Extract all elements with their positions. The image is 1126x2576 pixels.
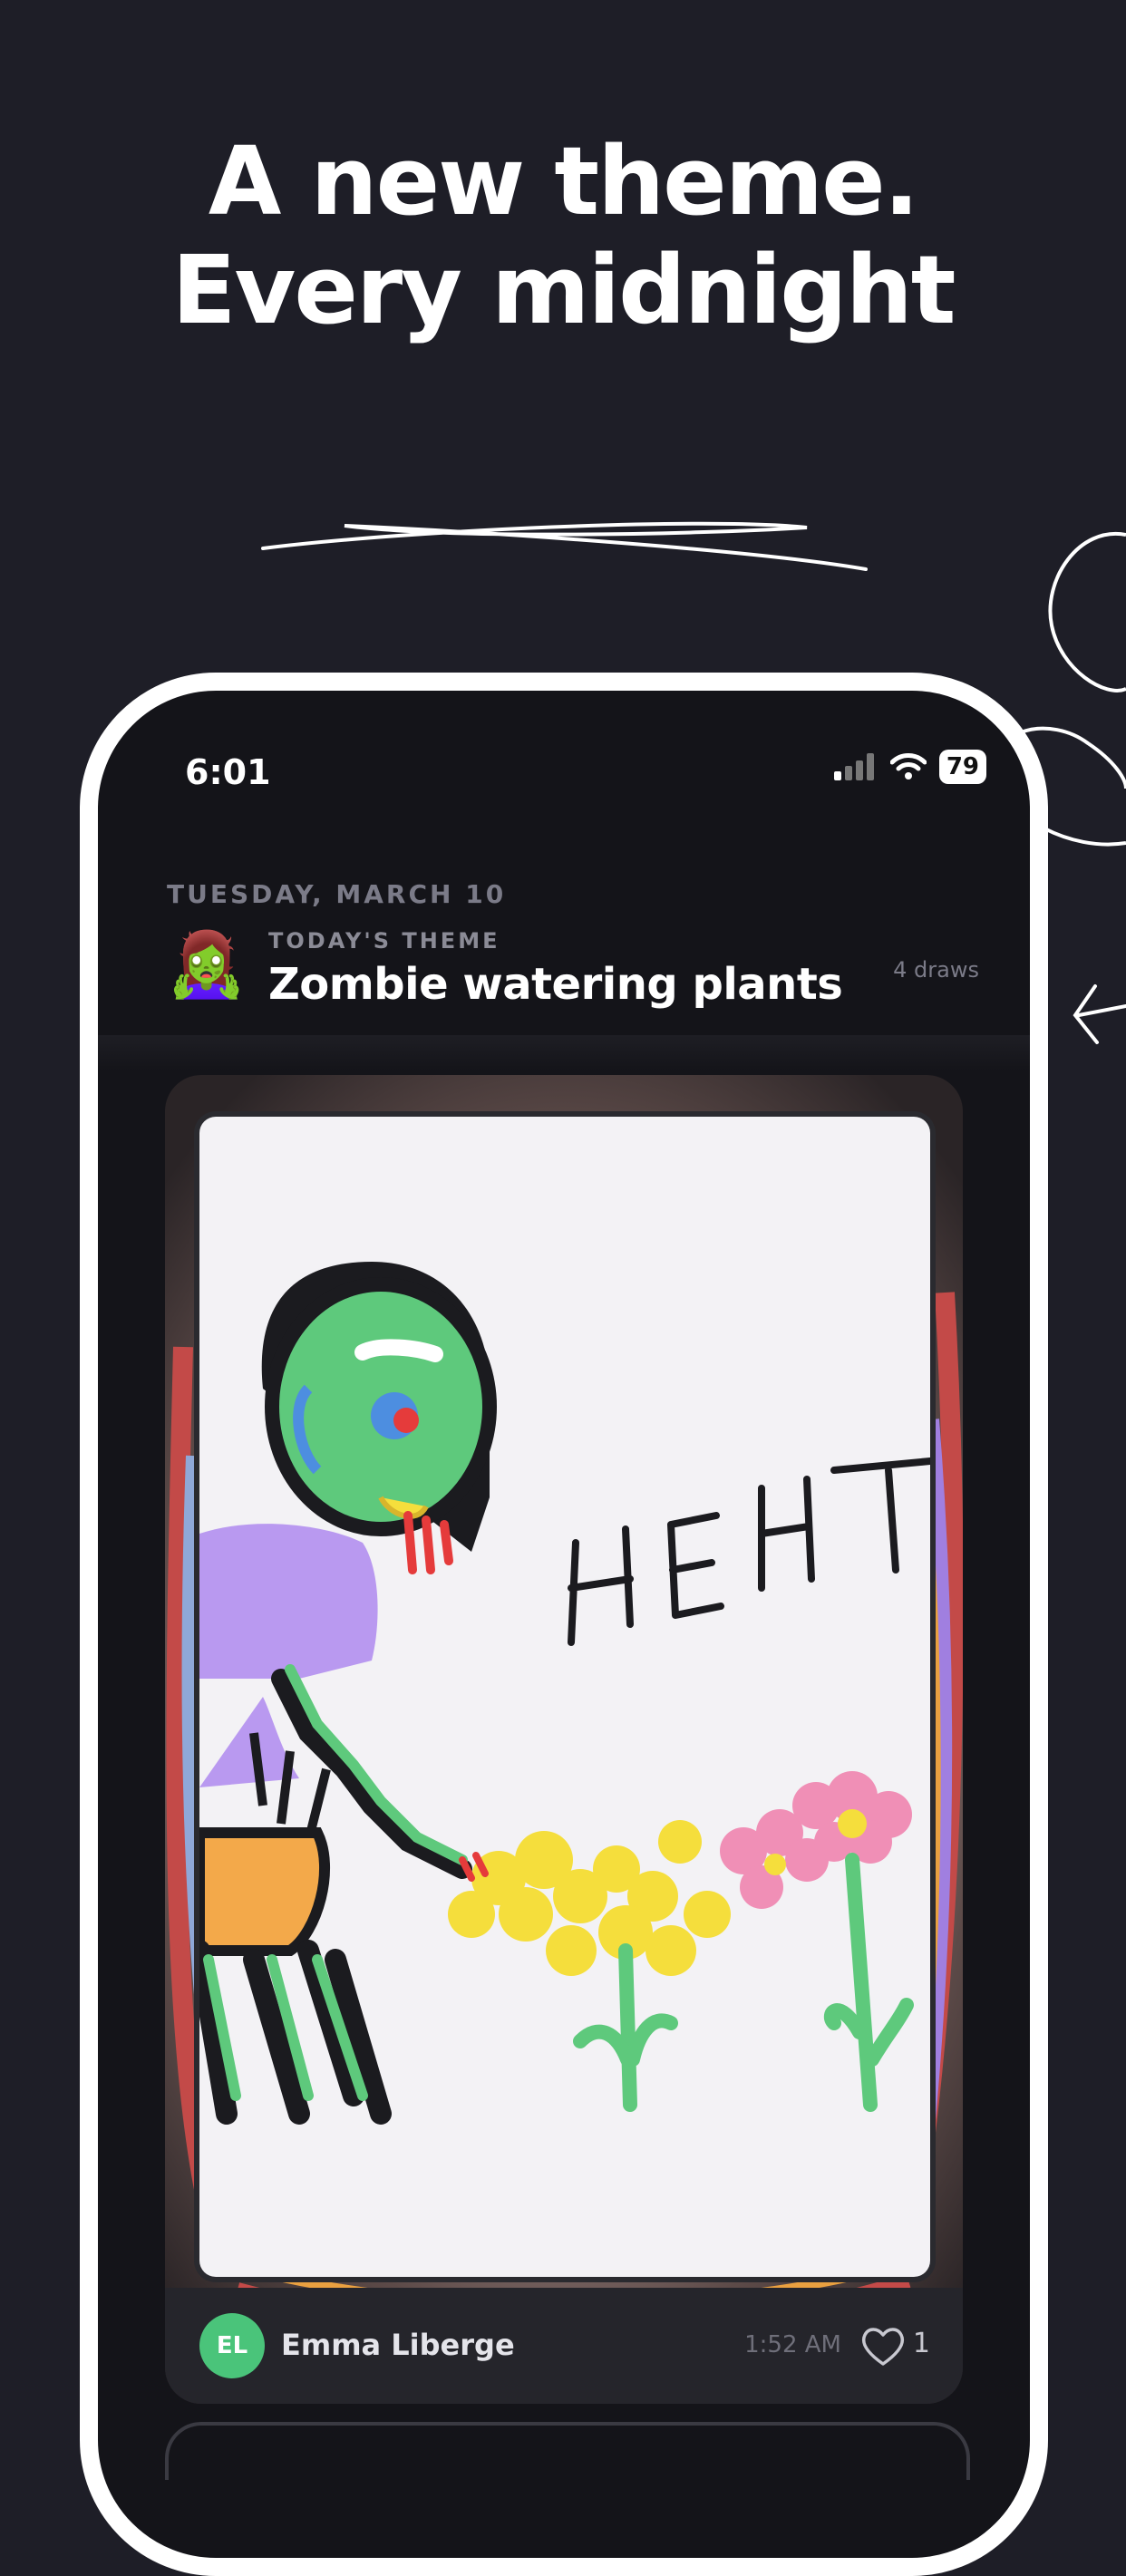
headline-line-1: A new theme. bbox=[208, 126, 919, 237]
yellow-flowers bbox=[448, 1820, 731, 1976]
headline-line-2: Every midnight bbox=[171, 235, 956, 345]
status-icons: 79 bbox=[833, 747, 986, 787]
theme-label: TODAY'S THEME bbox=[268, 928, 500, 954]
pink-flowers bbox=[720, 1771, 912, 1909]
header-divider bbox=[98, 1035, 1030, 1071]
drawing-card[interactable]: EL Emma Liberge 1:52 AM 1 bbox=[165, 1075, 963, 2404]
status-time: 6:01 bbox=[185, 752, 271, 792]
app-screen: 6:01 79 TUESDAY, MARCH 10 🧟‍♀️ TODAY'S T… bbox=[98, 691, 1030, 2558]
headline: A new theme. Every midnight bbox=[0, 127, 1126, 344]
status-bar: 6:01 79 bbox=[98, 691, 1030, 799]
like-count: 1 bbox=[912, 2328, 930, 2359]
next-card-edge bbox=[165, 2422, 970, 2480]
zombie-emoji-icon: 🧟‍♀️ bbox=[167, 927, 247, 1002]
feed-date: TUESDAY, MARCH 10 bbox=[167, 879, 507, 909]
draws-count[interactable]: 4 draws bbox=[893, 957, 979, 983]
theme-title: Zombie watering plants bbox=[268, 959, 843, 1010]
post-footer: EL Emma Liberge 1:52 AM 1 bbox=[165, 2288, 963, 2404]
post-time: 1:52 AM bbox=[744, 2331, 841, 2358]
drawing-canvas[interactable] bbox=[199, 1117, 930, 2277]
author-name[interactable]: Emma Liberge bbox=[281, 2328, 515, 2362]
heart-icon[interactable] bbox=[859, 2324, 907, 2368]
phone-frame: 6:01 79 TUESDAY, MARCH 10 🧟‍♀️ TODAY'S T… bbox=[80, 673, 1048, 2576]
battery-icon: 79 bbox=[938, 750, 986, 784]
drawing-text bbox=[568, 1457, 930, 1646]
zombie-drawing bbox=[199, 1262, 930, 2125]
wifi-icon bbox=[889, 753, 927, 780]
cellular-signal-icon bbox=[833, 753, 874, 780]
avatar[interactable]: EL bbox=[199, 2313, 265, 2378]
